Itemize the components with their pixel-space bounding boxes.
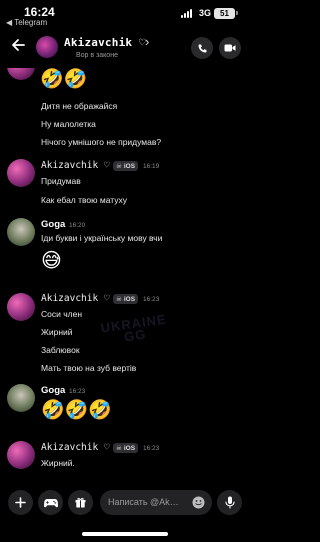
gift-button[interactable] (68, 490, 93, 515)
message-text: Нічого умнішого не придумав? (41, 137, 162, 147)
battery-icon: 51 (214, 8, 235, 19)
message-time: 16:23 (143, 296, 160, 303)
video-call-button[interactable] (219, 37, 241, 59)
message-text: Жирний (41, 327, 73, 337)
message-text: Жирний. (41, 458, 75, 468)
status-bar: 16:24 ◀ Telegram 3G 51 (0, 0, 250, 28)
platform-badge: ☠ iOS (113, 294, 139, 304)
message-list[interactable]: UKRAINE GG 🤣🤣 Дитя не ображайся Ну малол… (0, 68, 250, 483)
phone-icon (198, 43, 207, 52)
platform-badge: ☠ iOS (113, 161, 139, 171)
skull-icon: ☠ (116, 163, 122, 170)
voice-message-button[interactable] (217, 490, 242, 515)
message-emoji: 😅 (41, 250, 62, 272)
status-time: 16:24 (24, 5, 55, 19)
message-time: 16:23 (143, 445, 160, 452)
message-input-placeholder: Написать @Ak… (108, 497, 179, 507)
chevron-right-icon[interactable]: › (145, 34, 149, 49)
home-indicator[interactable] (82, 532, 168, 536)
message-input[interactable]: Написать @Ak… (100, 490, 212, 515)
message-author[interactable]: Akizavchik ♡ (41, 293, 110, 304)
message-author[interactable]: Goga (41, 385, 65, 396)
avatar[interactable] (7, 293, 35, 321)
gamepad-icon (43, 498, 58, 507)
avatar[interactable] (7, 218, 35, 246)
contact-avatar[interactable] (36, 36, 58, 58)
message-author[interactable]: Akizavchik ♡ (41, 442, 110, 453)
message-text: Соси член (41, 309, 83, 319)
message-text: Придумав (41, 176, 81, 186)
avatar[interactable] (7, 384, 35, 412)
message-time: 16:20 (69, 222, 86, 229)
skull-icon: ☠ (116, 445, 122, 452)
call-button[interactable] (191, 37, 213, 59)
message-text: Ну малолетка (41, 119, 96, 129)
network-type: 3G (199, 8, 212, 18)
back-to-app-link[interactable]: ◀ Telegram (6, 18, 47, 27)
gift-icon (75, 497, 86, 508)
microphone-icon (224, 496, 235, 509)
platform-badge: ☠ iOS (113, 443, 139, 453)
video-icon (224, 44, 236, 52)
watermark-logo: UKRAINE GG (99, 311, 168, 345)
chat-header: Akizavchik ♡ › Вор в законе (0, 28, 250, 68)
activities-button[interactable] (38, 490, 63, 515)
skull-icon: ☠ (116, 296, 122, 303)
avatar[interactable] (7, 159, 35, 187)
message-author[interactable]: Goga (41, 219, 65, 230)
avatar[interactable] (7, 68, 35, 80)
message-author[interactable]: Akizavchik ♡ (41, 160, 110, 171)
contact-name[interactable]: Akizavchik ♡ (64, 36, 146, 49)
signal-icon (181, 9, 194, 18)
message-time: 16:23 (69, 388, 86, 395)
message-text: Мать твою на зуб вертів (41, 363, 137, 373)
message-time: 16:19 (143, 163, 160, 170)
plus-icon (15, 497, 26, 508)
message-text: Как ебал твою матуху (41, 195, 128, 205)
message-emoji: 🤣🤣🤣 (41, 400, 112, 421)
message-text: Іди букви і українську мову вчи (41, 233, 163, 243)
add-attachment-button[interactable] (8, 490, 33, 515)
message-text: Заблювок (41, 345, 80, 355)
smile-icon[interactable] (192, 496, 205, 509)
composer-bar: Написать @Ak… (0, 483, 250, 542)
back-arrow-icon[interactable] (10, 37, 26, 53)
contact-status: Вор в законе (76, 52, 118, 59)
message-emoji: 🤣🤣 (40, 69, 88, 90)
message-text: Дитя не ображайся (41, 101, 118, 111)
avatar[interactable] (7, 441, 35, 469)
